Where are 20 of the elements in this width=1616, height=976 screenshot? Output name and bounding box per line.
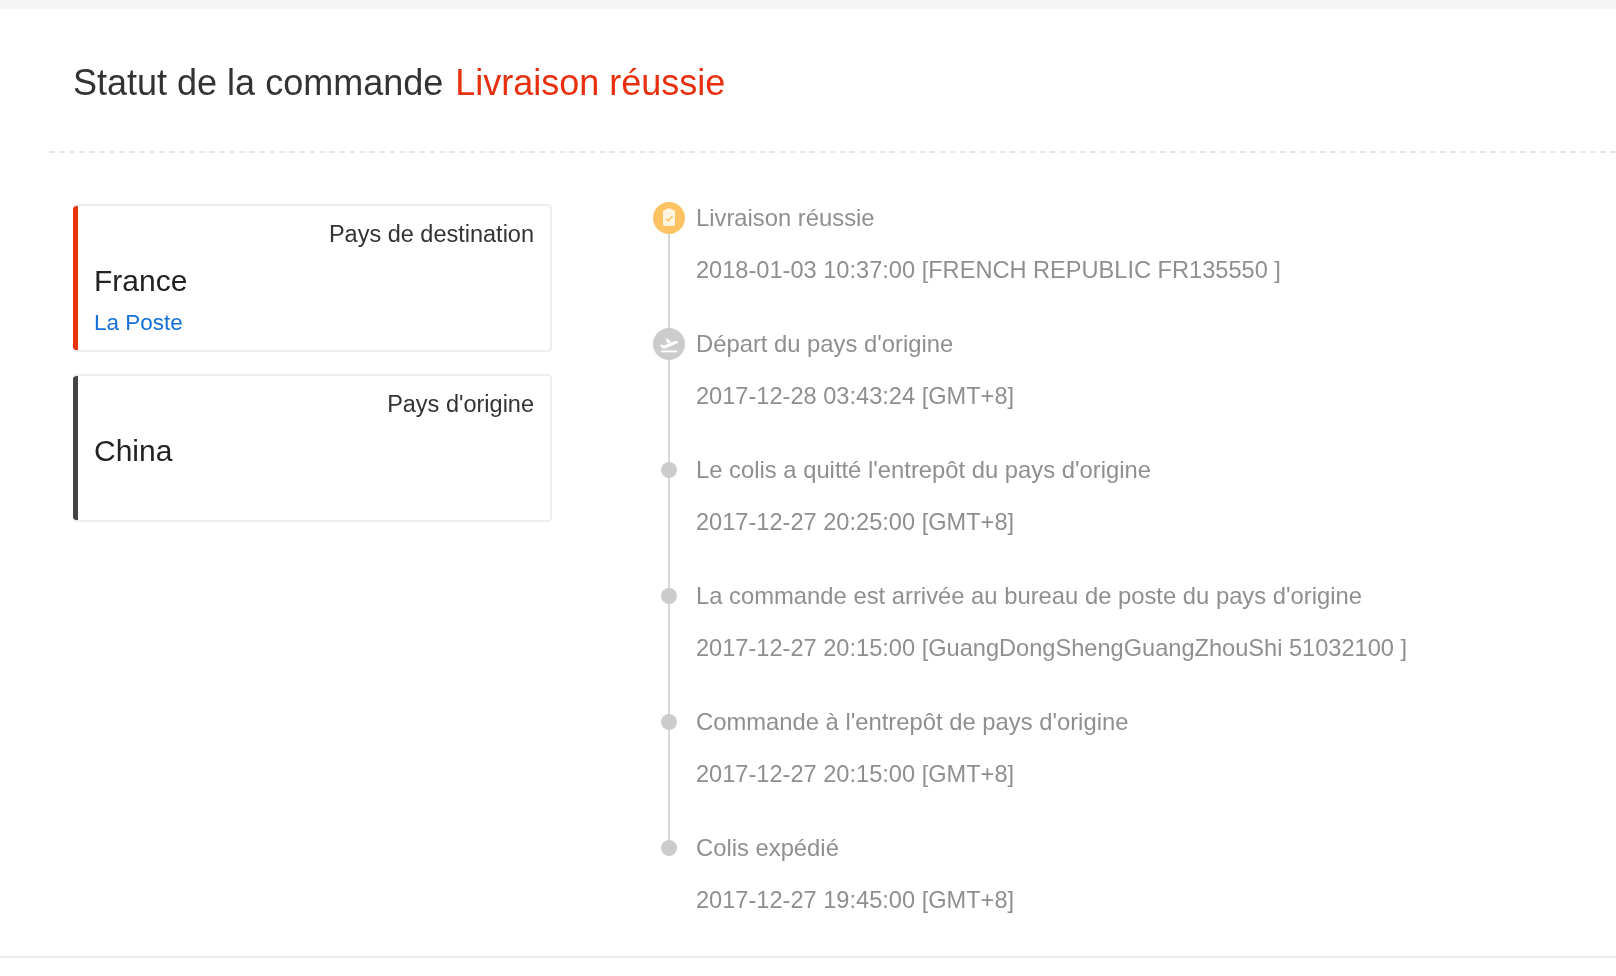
order-status-value: Livraison réussie — [455, 61, 726, 105]
event-date: 2017-12-27 20:25:00 [GMT+8] — [696, 508, 1015, 537]
country-name: China — [94, 433, 173, 469]
country-name: France — [94, 263, 188, 299]
event-date: 2017-12-27 20:15:00 [GuangDongShengGuangZhouShi 51032100 ] — [696, 634, 1407, 663]
event-title: Départ du pays d'origine — [696, 329, 954, 359]
carrier-link[interactable]: La Poste — [94, 309, 183, 337]
event-date: 2017-12-27 20:15:00 [GMT+8] — [696, 760, 1015, 789]
event-title: La commande est arrivée au bureau de poste du pays d'origine — [696, 581, 1362, 611]
order-status-label: Statut de la commande — [73, 61, 444, 105]
card-label: Pays d'origine — [387, 390, 534, 418]
event-title: Le colis a quitté l'entrepôt du pays d'origine — [696, 455, 1151, 485]
clipboard-check-icon — [653, 202, 685, 234]
event-title: Commande à l'entrepôt de pays d'origine — [696, 707, 1129, 737]
event-title: Livraison réussie — [696, 203, 875, 233]
event-date: 2017-12-27 19:45:00 [GMT+8] — [696, 886, 1015, 915]
event-date: 2018-01-03 10:37:00 [FRENCH REPUBLIC FR135550 ] — [696, 256, 1281, 285]
event-title: Colis expédié — [696, 833, 839, 863]
card-label: Pays de destination — [328, 220, 534, 248]
event-date: 2017-12-28 03:43:24 [GMT+8] — [696, 382, 1015, 411]
